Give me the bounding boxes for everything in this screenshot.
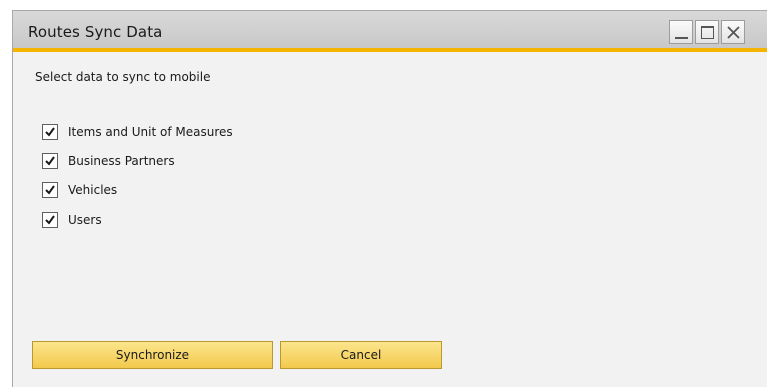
title-bar[interactable]: Routes Sync Data: [13, 11, 767, 52]
sync-prompt: Select data to sync to mobile: [35, 70, 211, 84]
users-label: Users: [68, 213, 102, 227]
vehicles-label: Vehicles: [68, 183, 118, 197]
minimize-button[interactable]: [669, 20, 693, 44]
cancel-button[interactable]: Cancel: [280, 341, 442, 369]
close-icon: [727, 26, 740, 39]
maximize-button[interactable]: [695, 20, 719, 44]
users-checkbox[interactable]: [42, 212, 58, 228]
business-partners-label: Business Partners: [68, 154, 175, 168]
option-business-partners[interactable]: Business Partners: [42, 152, 175, 170]
option-vehicles[interactable]: Vehicles: [42, 181, 117, 199]
items-label: Items and Unit of Measures: [68, 125, 233, 139]
checkmark-icon: [45, 127, 55, 137]
items-checkbox[interactable]: [42, 124, 58, 140]
checkmark-icon: [45, 215, 55, 225]
vehicles-checkbox[interactable]: [42, 182, 58, 198]
option-items-and-uom[interactable]: Items and Unit of Measures: [42, 123, 233, 141]
synchronize-button[interactable]: Synchronize: [32, 341, 273, 369]
routes-sync-dialog: Routes Sync Data Select data to sync to …: [12, 10, 767, 387]
minimize-icon: [675, 37, 688, 39]
option-users[interactable]: Users: [42, 211, 102, 229]
close-button[interactable]: [721, 20, 745, 44]
checkmark-icon: [45, 185, 55, 195]
window-title: Routes Sync Data: [28, 23, 163, 41]
checkmark-icon: [45, 156, 55, 166]
business-partners-checkbox[interactable]: [42, 153, 58, 169]
maximize-icon: [701, 26, 714, 39]
